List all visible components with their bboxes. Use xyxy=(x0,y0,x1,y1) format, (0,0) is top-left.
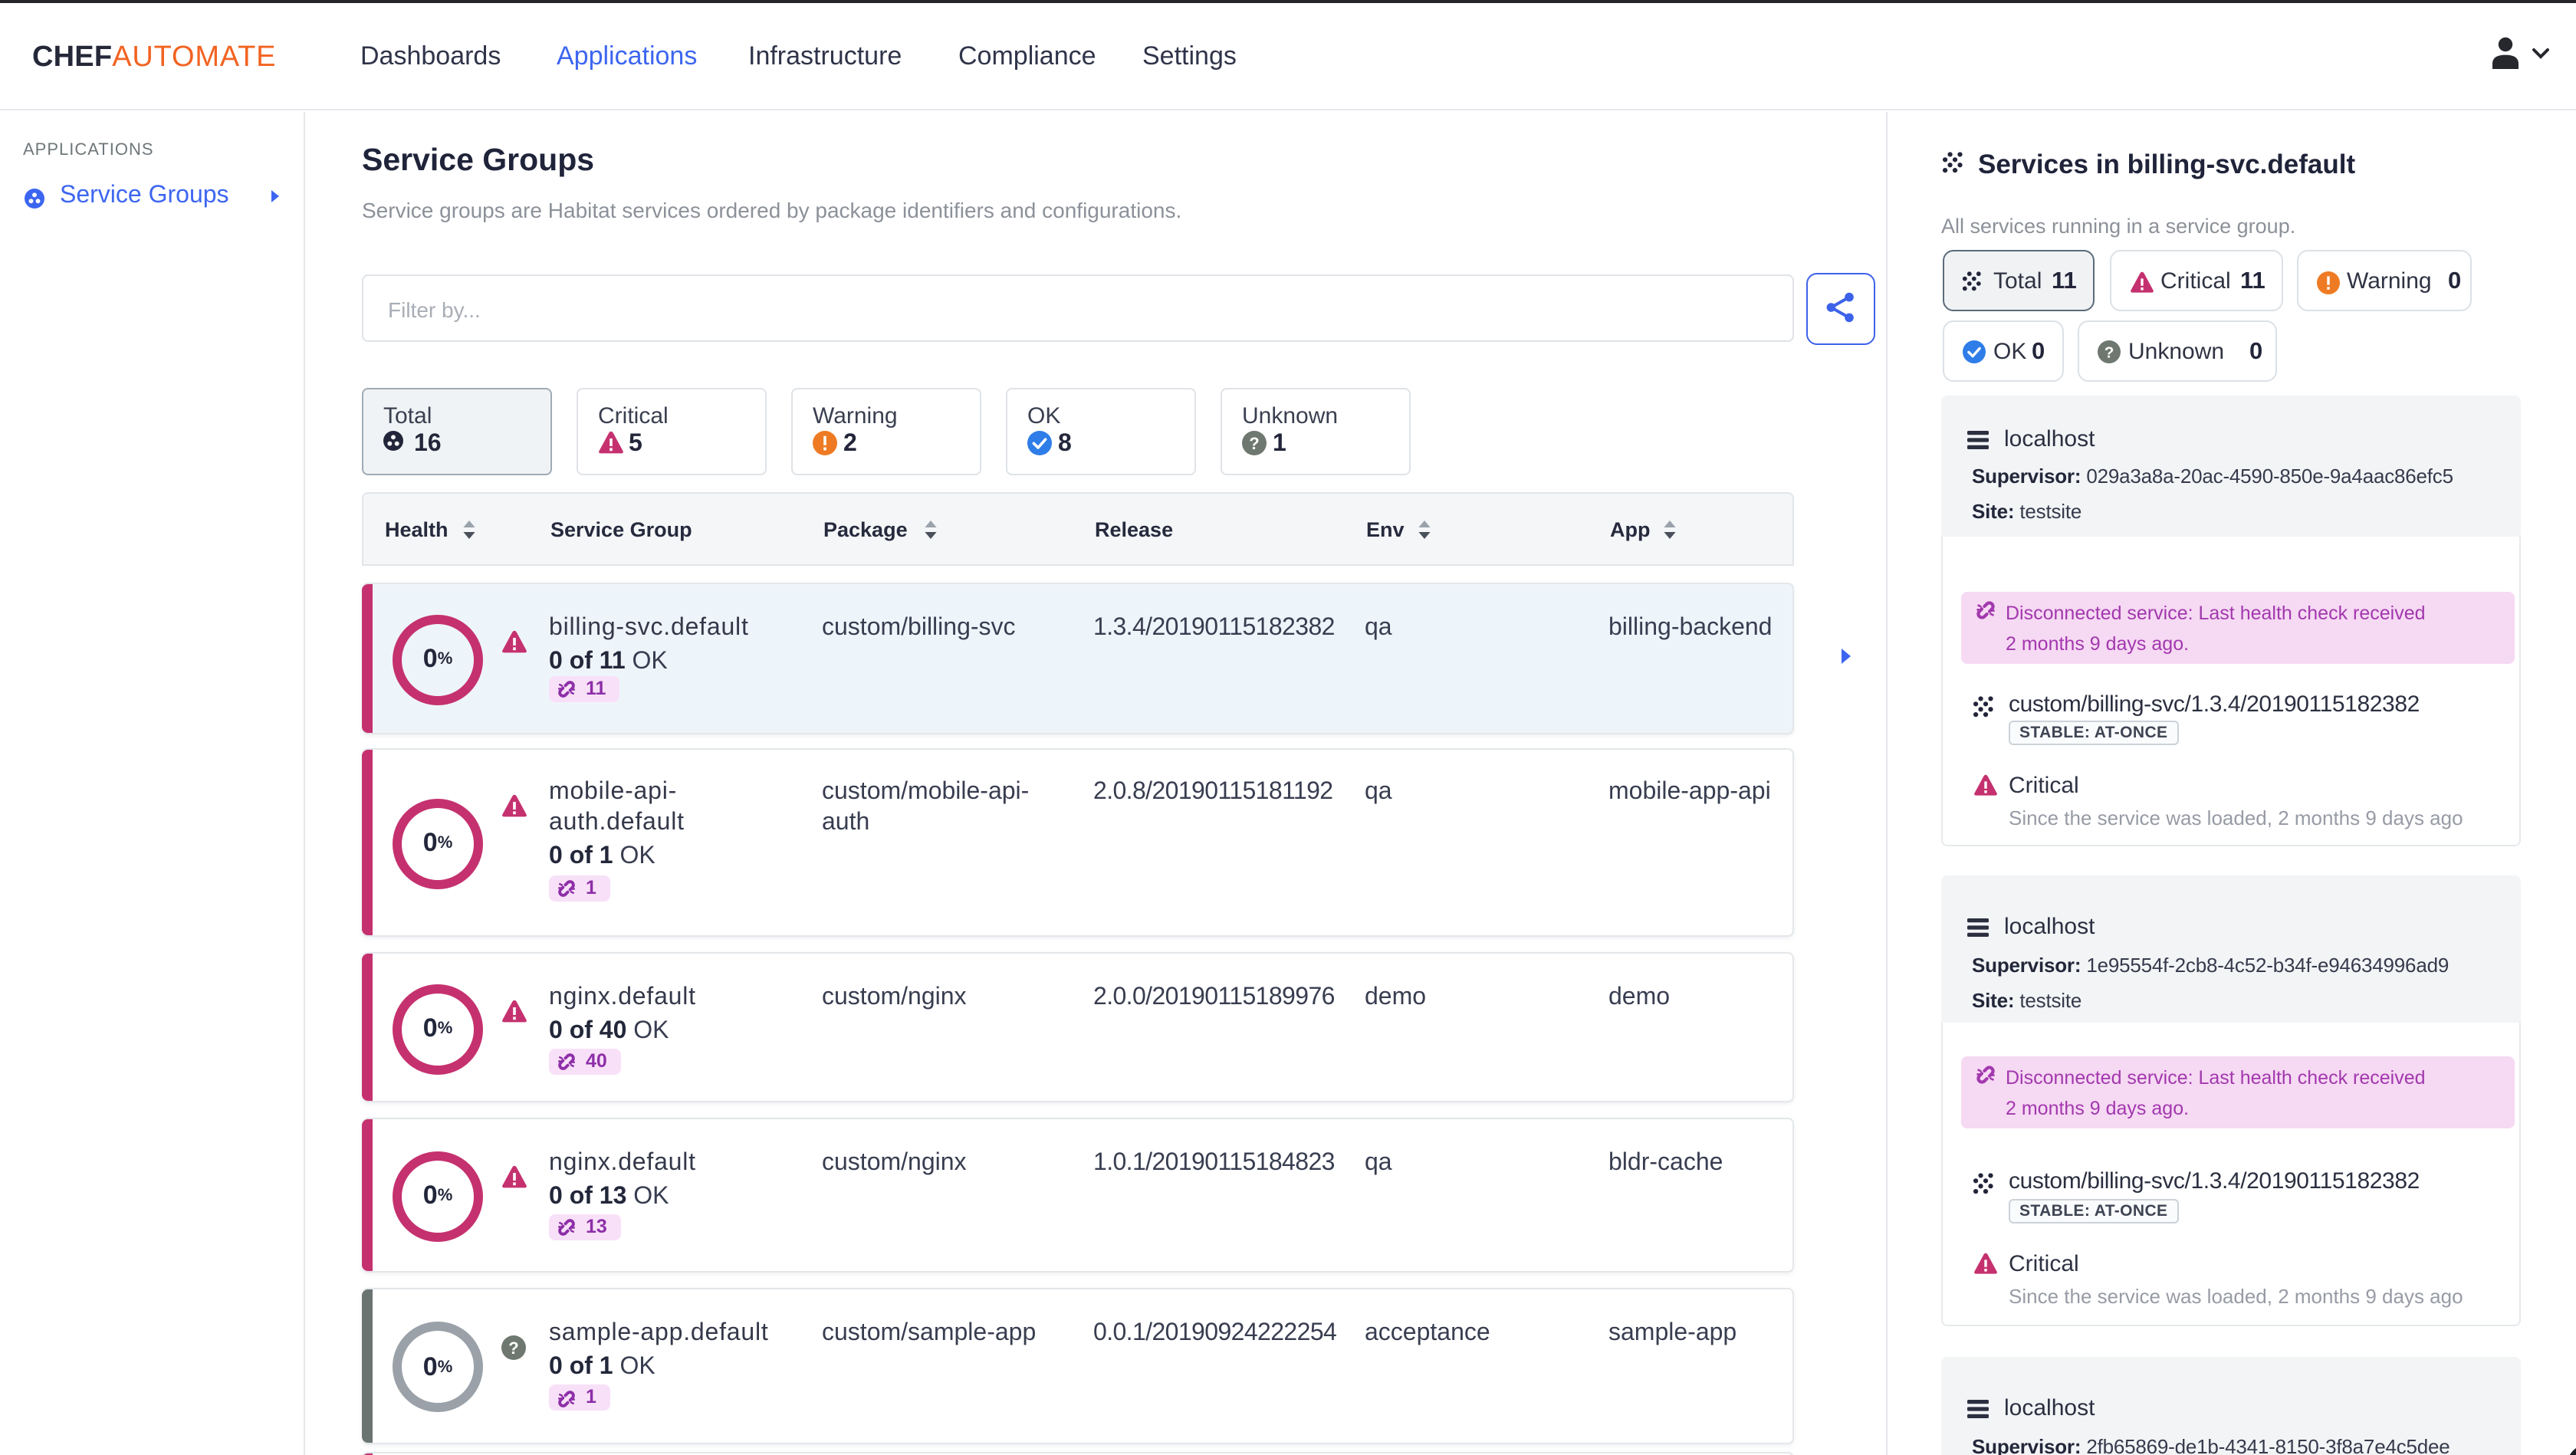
svg-text:?: ? xyxy=(508,1338,518,1358)
svg-text:?: ? xyxy=(1249,434,1259,453)
svg-text:?: ? xyxy=(2104,344,2114,362)
